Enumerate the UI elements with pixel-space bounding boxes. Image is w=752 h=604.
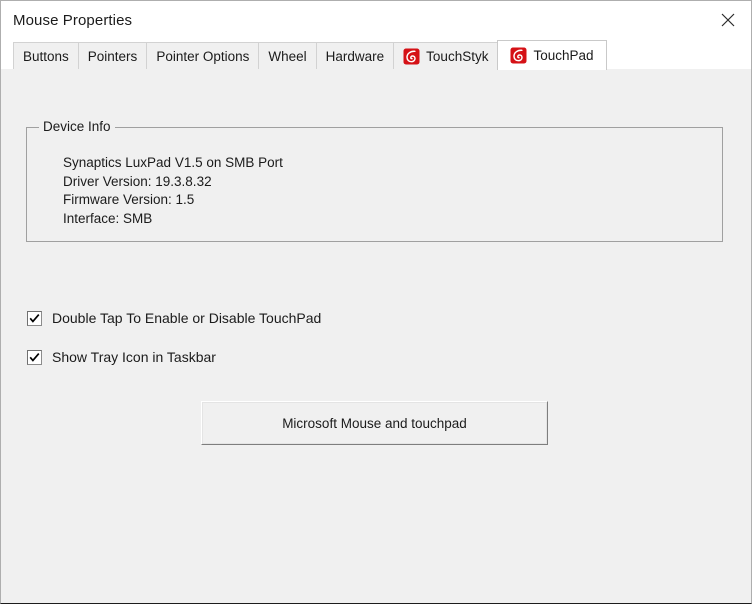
tab-pointers[interactable]: Pointers <box>77 42 148 69</box>
device-info-legend: Device Info <box>39 119 115 134</box>
tab-label: TouchPad <box>533 48 594 63</box>
tab-label: TouchStyk <box>426 48 489 64</box>
checkbox-double-tap[interactable] <box>27 310 42 326</box>
tab-label: Pointers <box>87 48 138 64</box>
tab-buttons[interactable]: Buttons <box>13 42 79 69</box>
close-icon <box>721 13 735 27</box>
synaptics-icon <box>510 47 527 64</box>
button-label: Microsoft Mouse and touchpad <box>282 415 467 431</box>
tab-label: Buttons <box>23 48 69 64</box>
page-title: Mouse Properties <box>13 11 133 29</box>
synaptics-icon <box>403 48 420 65</box>
device-info-line: Synaptics LuxPad V1.5 on SMB Port <box>63 155 283 170</box>
tab-hardware[interactable]: Hardware <box>315 42 395 69</box>
tab-label: Pointer Options <box>156 48 250 64</box>
tab-strip: Buttons Pointers Pointer Options Wheel H… <box>1 39 751 70</box>
mouse-properties-window: Mouse Properties Buttons Pointers Pointe… <box>0 0 752 604</box>
checkbox-row-tray-icon[interactable]: Show Tray Icon in Taskbar <box>27 349 216 365</box>
close-button[interactable] <box>705 1 751 38</box>
tab-wheel[interactable]: Wheel <box>258 42 317 69</box>
tab-label: Hardware <box>325 48 385 64</box>
checkbox-row-double-tap[interactable]: Double Tap To Enable or Disable TouchPad <box>27 310 321 326</box>
tab-pointer-options[interactable]: Pointer Options <box>146 42 260 69</box>
device-info-groupbox: Device Info Synaptics LuxPad V1.5 on SMB… <box>26 119 723 242</box>
title-bar: Mouse Properties <box>1 1 751 39</box>
device-info-text: Synaptics LuxPad V1.5 on SMB Port Driver… <box>63 154 283 228</box>
checkbox-tray-icon[interactable] <box>27 349 42 365</box>
checkbox-label: Show Tray Icon in Taskbar <box>52 349 216 365</box>
tab-touchstyk[interactable]: TouchStyk <box>393 42 499 69</box>
microsoft-mouse-and-touchpad-button[interactable]: Microsoft Mouse and touchpad <box>201 401 548 445</box>
device-info-line: Firmware Version: 1.5 <box>63 192 195 207</box>
device-info-line: Interface: SMB <box>63 210 153 226</box>
checkbox-label: Double Tap To Enable or Disable TouchPad <box>52 310 322 326</box>
tab-content-touchpad: Device Info Synaptics LuxPad V1.5 on SMB… <box>1 68 751 603</box>
tab-label: Wheel <box>268 48 307 64</box>
tab-touchpad[interactable]: TouchPad <box>497 40 607 70</box>
device-info-line: Driver Version: 19.3.8.32 <box>63 173 212 189</box>
